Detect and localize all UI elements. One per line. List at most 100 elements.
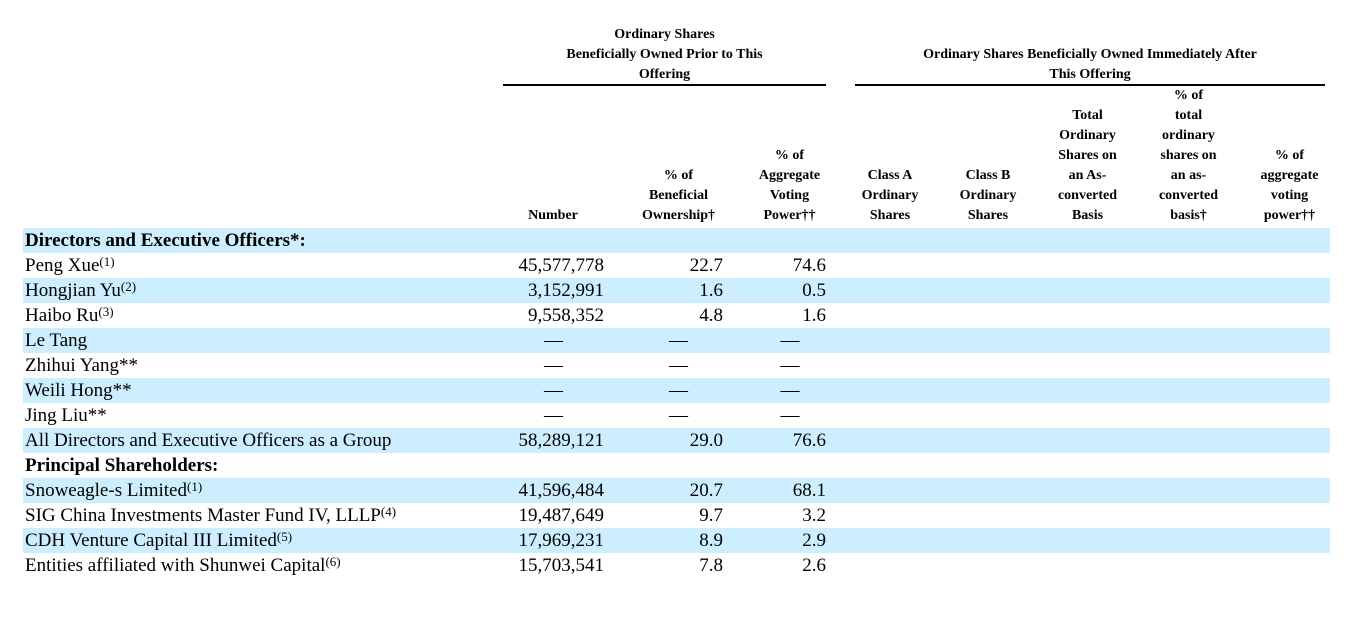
footnote-ref: (4): [380, 504, 397, 519]
col-header-line: Beneficial: [648, 188, 709, 203]
shares-number: 58,289,121: [518, 430, 605, 451]
voting-power-pct: —: [780, 330, 800, 351]
footnote-ref: (3): [98, 304, 114, 319]
table-row: Entities affiliated with Shunwei Capital…: [23, 553, 1330, 578]
group-header-after: Ordinary Shares Beneficially Owned Immed…: [855, 45, 1325, 85]
shares-number: —: [544, 355, 563, 376]
group-header-line: Offering: [638, 67, 691, 82]
group-header-prior: Ordinary Shares Beneficially Owned Prior…: [503, 25, 826, 85]
col-header-class-a: Class A Ordinary Shares: [855, 86, 925, 230]
footnote-ref: (2): [120, 279, 137, 294]
col-header-line: Ordinary: [959, 188, 1017, 203]
col-header-line: aggregate: [1260, 168, 1319, 183]
col-header-line: converted: [1057, 188, 1118, 203]
beneficial-ownership-pct: —: [669, 355, 688, 376]
group-header-line: This Offering: [1049, 67, 1131, 82]
col-header-line: Ownership†: [641, 208, 716, 223]
shares-number: 15,703,541: [518, 555, 605, 576]
col-header-line: Aggregate: [758, 168, 821, 183]
holder-name: Snoweagle-s Limited(1): [25, 479, 203, 501]
col-header-line: Basis: [1071, 208, 1104, 223]
holder-name: Hongjian Yu(2): [25, 279, 137, 301]
holder-name: Zhihui Yang**: [25, 355, 138, 376]
col-header-pct-aggregate-voting: % of aggregate voting power††: [1254, 86, 1325, 230]
col-header-line: Voting: [769, 188, 810, 203]
voting-power-pct: —: [780, 405, 800, 426]
section-title: Principal Shareholders:: [25, 455, 219, 476]
beneficial-ownership-pct: —: [669, 330, 688, 351]
holder-name: All Directors and Executive Officers as …: [25, 430, 392, 451]
beneficial-ownership-pct: 22.7: [689, 255, 723, 276]
col-header-total-ordinary: Total Ordinary Shares on an As- converte…: [1051, 86, 1124, 230]
col-header-line: power††: [1263, 208, 1316, 223]
footnote-ref: (5): [276, 529, 293, 544]
shares-number: —: [544, 330, 563, 351]
footnote-ref: (1): [187, 479, 203, 494]
beneficial-ownership-pct: 20.7: [689, 480, 723, 501]
holder-name: Entities affiliated with Shunwei Capital…: [25, 554, 341, 576]
group-header-line: Beneficially Owned Prior to This: [566, 47, 763, 62]
beneficial-ownership-pct: 4.8: [699, 305, 723, 326]
col-header-number: Number: [503, 86, 603, 230]
col-header-line: % of: [663, 168, 694, 183]
table-row: Snoweagle-s Limited(1) 41,596,484 20.7 6…: [23, 478, 1330, 503]
col-header-class-b: Class B Ordinary Shares: [953, 86, 1023, 230]
col-header-line: Total: [1072, 108, 1103, 123]
beneficial-ownership-pct: 7.8: [699, 555, 723, 576]
holder-name: Le Tang: [25, 330, 88, 351]
shares-number: 45,577,778: [518, 255, 605, 276]
shares-number: —: [544, 405, 563, 426]
table-row: Hongjian Yu(2) 3,152,991 1.6 0.5: [23, 278, 1330, 303]
voting-power-pct: 1.6: [802, 305, 826, 326]
table-row: Le Tang — — —: [23, 328, 1330, 353]
table-row: Peng Xue(1) 45,577,778 22.7 74.6: [23, 253, 1330, 278]
col-header-line: converted: [1158, 188, 1219, 203]
section-row: Principal Shareholders:: [23, 453, 1330, 478]
holder-name: Jing Liu**: [25, 405, 107, 426]
table-row: SIG China Investments Master Fund IV, LL…: [23, 503, 1330, 528]
col-header-line: % of: [774, 148, 805, 163]
shares-number: 3,152,991: [528, 280, 604, 301]
group-header-line: Ordinary Shares Beneficially Owned Immed…: [923, 47, 1257, 62]
col-header-line: an As-: [1068, 168, 1107, 183]
col-header-line: Power††: [763, 208, 816, 223]
col-header-line: total: [1174, 108, 1203, 123]
voting-power-pct: —: [780, 355, 800, 376]
holder-name: Haibo Ru(3): [25, 304, 114, 326]
voting-power-pct: 3.2: [802, 505, 826, 526]
col-header-line: an as-: [1170, 168, 1207, 183]
col-header-pct-total-ordinary: % of total ordinary shares on an as- con…: [1152, 86, 1225, 230]
shares-number: 17,969,231: [518, 530, 605, 551]
col-header-line: Shares on: [1058, 148, 1117, 163]
holder-name: SIG China Investments Master Fund IV, LL…: [25, 504, 397, 526]
shares-number: 41,596,484: [518, 480, 605, 501]
col-header-line: Ordinary: [1059, 128, 1116, 143]
table-row: Haibo Ru(3) 9,558,352 4.8 1.6: [23, 303, 1330, 328]
section-row: Directors and Executive Officers*:: [23, 228, 1330, 253]
holder-name: Weili Hong**: [25, 380, 132, 401]
col-header-line: shares on: [1160, 148, 1217, 163]
table-row: All Directors and Executive Officers as …: [23, 428, 1330, 453]
holder-name: CDH Venture Capital III Limited(5): [25, 529, 293, 551]
col-header-line: ordinary: [1162, 128, 1215, 143]
shares-number: —: [544, 380, 563, 401]
voting-power-pct: 2.6: [802, 555, 826, 576]
shares-number: 9,558,352: [528, 305, 604, 326]
voting-power-pct: 76.6: [792, 430, 826, 451]
beneficial-ownership-pct: 1.6: [699, 280, 723, 301]
col-header-line: Class B: [965, 168, 1011, 183]
col-header-line: Number: [528, 208, 578, 223]
beneficial-ownership-pct: 8.9: [699, 530, 723, 551]
beneficial-ownership-pct: —: [669, 380, 688, 401]
col-header-line: voting: [1270, 188, 1309, 203]
beneficial-ownership-pct: 9.7: [699, 505, 723, 526]
col-header-line: % of: [1274, 148, 1305, 163]
shares-number: 19,487,649: [518, 505, 605, 526]
footnote-ref: (1): [99, 254, 115, 269]
section-title: Directors and Executive Officers*:: [25, 230, 306, 251]
beneficial-ownership-pct: 29.0: [689, 430, 723, 451]
table-row: Weili Hong** — — —: [23, 378, 1330, 403]
col-header-line: Ordinary: [861, 188, 919, 203]
col-header-beneficial-ownership: % of Beneficial Ownership†: [634, 86, 723, 230]
col-header-line: basis†: [1170, 208, 1207, 223]
